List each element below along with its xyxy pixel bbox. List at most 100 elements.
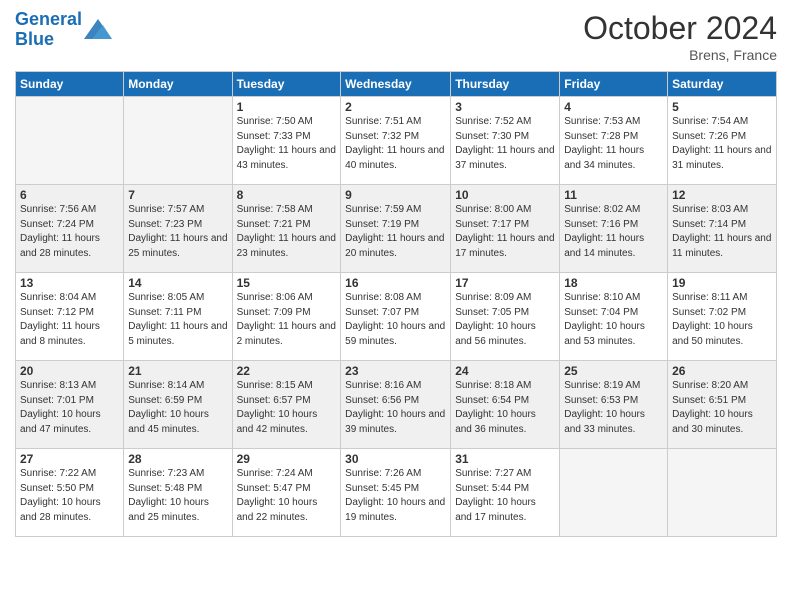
calendar-cell: 15Sunrise: 8:06 AMSunset: 7:09 PMDayligh… — [232, 273, 341, 361]
day-info: Sunrise: 8:05 AMSunset: 7:11 PMDaylight:… — [128, 291, 227, 349]
day-info: Sunrise: 7:23 AMSunset: 5:48 PMDaylight:… — [128, 467, 227, 525]
calendar-cell: 2Sunrise: 7:51 AMSunset: 7:32 PMDaylight… — [341, 97, 451, 185]
day-info: Sunrise: 8:20 AMSunset: 6:51 PMDaylight:… — [672, 379, 772, 437]
calendar-cell: 7Sunrise: 7:57 AMSunset: 7:23 PMDaylight… — [124, 185, 232, 273]
calendar-cell: 5Sunrise: 7:54 AMSunset: 7:26 PMDaylight… — [668, 97, 777, 185]
day-number: 30 — [345, 452, 446, 466]
day-info: Sunrise: 8:06 AMSunset: 7:09 PMDaylight:… — [237, 291, 337, 349]
th-thursday: Thursday — [451, 72, 560, 97]
day-info: Sunrise: 8:15 AMSunset: 6:57 PMDaylight:… — [237, 379, 337, 437]
day-number: 12 — [672, 188, 772, 202]
th-tuesday: Tuesday — [232, 72, 341, 97]
calendar-row-3: 20Sunrise: 8:13 AMSunset: 7:01 PMDayligh… — [16, 361, 777, 449]
th-sunday: Sunday — [16, 72, 124, 97]
calendar-row-0: 1Sunrise: 7:50 AMSunset: 7:33 PMDaylight… — [16, 97, 777, 185]
day-number: 25 — [564, 364, 663, 378]
day-info: Sunrise: 8:18 AMSunset: 6:54 PMDaylight:… — [455, 379, 555, 437]
day-info: Sunrise: 7:54 AMSunset: 7:26 PMDaylight:… — [672, 115, 772, 173]
calendar-cell: 13Sunrise: 8:04 AMSunset: 7:12 PMDayligh… — [16, 273, 124, 361]
day-info: Sunrise: 7:57 AMSunset: 7:23 PMDaylight:… — [128, 203, 227, 261]
day-number: 21 — [128, 364, 227, 378]
day-number: 29 — [237, 452, 337, 466]
day-number: 19 — [672, 276, 772, 290]
th-friday: Friday — [560, 72, 668, 97]
th-saturday: Saturday — [668, 72, 777, 97]
calendar-cell: 26Sunrise: 8:20 AMSunset: 6:51 PMDayligh… — [668, 361, 777, 449]
calendar-cell: 10Sunrise: 8:00 AMSunset: 7:17 PMDayligh… — [451, 185, 560, 273]
day-info: Sunrise: 7:22 AMSunset: 5:50 PMDaylight:… — [20, 467, 119, 525]
calendar-cell: 22Sunrise: 8:15 AMSunset: 6:57 PMDayligh… — [232, 361, 341, 449]
logo-icon — [84, 19, 112, 39]
day-number: 2 — [345, 100, 446, 114]
day-number: 3 — [455, 100, 555, 114]
calendar-cell: 16Sunrise: 8:08 AMSunset: 7:07 PMDayligh… — [341, 273, 451, 361]
th-wednesday: Wednesday — [341, 72, 451, 97]
day-info: Sunrise: 7:50 AMSunset: 7:33 PMDaylight:… — [237, 115, 337, 173]
day-number: 23 — [345, 364, 446, 378]
calendar-cell: 31Sunrise: 7:27 AMSunset: 5:44 PMDayligh… — [451, 449, 560, 537]
day-number: 16 — [345, 276, 446, 290]
day-number: 20 — [20, 364, 119, 378]
day-number: 1 — [237, 100, 337, 114]
calendar-cell: 11Sunrise: 8:02 AMSunset: 7:16 PMDayligh… — [560, 185, 668, 273]
calendar-row-1: 6Sunrise: 7:56 AMSunset: 7:24 PMDaylight… — [16, 185, 777, 273]
day-number: 15 — [237, 276, 337, 290]
calendar-table: Sunday Monday Tuesday Wednesday Thursday… — [15, 71, 777, 537]
day-info: Sunrise: 8:11 AMSunset: 7:02 PMDaylight:… — [672, 291, 772, 349]
calendar-cell — [124, 97, 232, 185]
day-info: Sunrise: 8:02 AMSunset: 7:16 PMDaylight:… — [564, 203, 663, 261]
calendar-cell: 20Sunrise: 8:13 AMSunset: 7:01 PMDayligh… — [16, 361, 124, 449]
calendar-cell — [668, 449, 777, 537]
day-number: 22 — [237, 364, 337, 378]
calendar-cell — [16, 97, 124, 185]
day-number: 7 — [128, 188, 227, 202]
calendar-cell — [560, 449, 668, 537]
calendar-cell: 4Sunrise: 7:53 AMSunset: 7:28 PMDaylight… — [560, 97, 668, 185]
calendar-row-4: 27Sunrise: 7:22 AMSunset: 5:50 PMDayligh… — [16, 449, 777, 537]
calendar-cell: 28Sunrise: 7:23 AMSunset: 5:48 PMDayligh… — [124, 449, 232, 537]
day-info: Sunrise: 8:04 AMSunset: 7:12 PMDaylight:… — [20, 291, 119, 349]
day-info: Sunrise: 7:58 AMSunset: 7:21 PMDaylight:… — [237, 203, 337, 261]
day-info: Sunrise: 8:08 AMSunset: 7:07 PMDaylight:… — [345, 291, 446, 349]
calendar-cell: 12Sunrise: 8:03 AMSunset: 7:14 PMDayligh… — [668, 185, 777, 273]
day-info: Sunrise: 8:00 AMSunset: 7:17 PMDaylight:… — [455, 203, 555, 261]
day-number: 24 — [455, 364, 555, 378]
logo-text: General Blue — [15, 10, 82, 50]
calendar-cell: 29Sunrise: 7:24 AMSunset: 5:47 PMDayligh… — [232, 449, 341, 537]
day-info: Sunrise: 7:52 AMSunset: 7:30 PMDaylight:… — [455, 115, 555, 173]
calendar-cell: 6Sunrise: 7:56 AMSunset: 7:24 PMDaylight… — [16, 185, 124, 273]
header-row: Sunday Monday Tuesday Wednesday Thursday… — [16, 72, 777, 97]
day-info: Sunrise: 7:26 AMSunset: 5:45 PMDaylight:… — [345, 467, 446, 525]
day-info: Sunrise: 7:59 AMSunset: 7:19 PMDaylight:… — [345, 203, 446, 261]
calendar-cell: 1Sunrise: 7:50 AMSunset: 7:33 PMDaylight… — [232, 97, 341, 185]
calendar-cell: 21Sunrise: 8:14 AMSunset: 6:59 PMDayligh… — [124, 361, 232, 449]
calendar-cell: 14Sunrise: 8:05 AMSunset: 7:11 PMDayligh… — [124, 273, 232, 361]
day-number: 28 — [128, 452, 227, 466]
day-number: 10 — [455, 188, 555, 202]
calendar-row-2: 13Sunrise: 8:04 AMSunset: 7:12 PMDayligh… — [16, 273, 777, 361]
day-number: 17 — [455, 276, 555, 290]
day-info: Sunrise: 8:10 AMSunset: 7:04 PMDaylight:… — [564, 291, 663, 349]
day-number: 8 — [237, 188, 337, 202]
header: General Blue October 2024 Brens, France — [15, 10, 777, 63]
logo-line1: General — [15, 9, 82, 29]
day-info: Sunrise: 8:19 AMSunset: 6:53 PMDaylight:… — [564, 379, 663, 437]
day-info: Sunrise: 7:56 AMSunset: 7:24 PMDaylight:… — [20, 203, 119, 261]
calendar-cell: 30Sunrise: 7:26 AMSunset: 5:45 PMDayligh… — [341, 449, 451, 537]
location: Brens, France — [583, 47, 777, 63]
day-info: Sunrise: 7:27 AMSunset: 5:44 PMDaylight:… — [455, 467, 555, 525]
calendar-cell: 8Sunrise: 7:58 AMSunset: 7:21 PMDaylight… — [232, 185, 341, 273]
day-number: 26 — [672, 364, 772, 378]
day-number: 6 — [20, 188, 119, 202]
day-number: 18 — [564, 276, 663, 290]
day-number: 14 — [128, 276, 227, 290]
calendar-cell: 25Sunrise: 8:19 AMSunset: 6:53 PMDayligh… — [560, 361, 668, 449]
month-title: October 2024 — [583, 10, 777, 47]
calendar-cell: 9Sunrise: 7:59 AMSunset: 7:19 PMDaylight… — [341, 185, 451, 273]
day-number: 31 — [455, 452, 555, 466]
day-info: Sunrise: 8:13 AMSunset: 7:01 PMDaylight:… — [20, 379, 119, 437]
calendar-cell: 27Sunrise: 7:22 AMSunset: 5:50 PMDayligh… — [16, 449, 124, 537]
title-area: October 2024 Brens, France — [583, 10, 777, 63]
calendar-cell: 17Sunrise: 8:09 AMSunset: 7:05 PMDayligh… — [451, 273, 560, 361]
logo: General Blue — [15, 10, 112, 50]
